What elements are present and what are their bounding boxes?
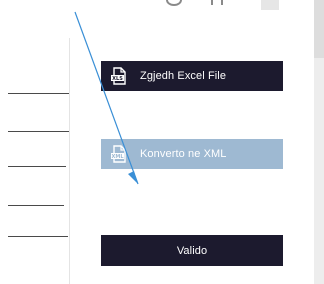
field-line-4 [8, 205, 64, 206]
panel-divider [69, 38, 70, 284]
xls-file-icon: XLS [108, 65, 130, 87]
header-fragment [166, 0, 281, 14]
left-panel [0, 0, 70, 284]
validate-label: Valido [176, 244, 208, 257]
header-partial-icon [166, 0, 182, 6]
field-line-3 [8, 166, 66, 167]
field-line-5 [8, 236, 68, 237]
field-line-1 [8, 93, 69, 94]
select-excel-label: Zgjedh Excel File [140, 70, 227, 82]
scrollbar-thumb[interactable] [314, 0, 324, 58]
field-line-2 [8, 131, 69, 132]
validate-button[interactable]: Valido [101, 235, 283, 266]
xml-file-icon: XML [108, 143, 130, 165]
svg-text:XML: XML [111, 154, 124, 160]
convert-xml-label: Konverto ne XML [140, 148, 227, 160]
header-partial-mark-2 [221, 0, 223, 5]
header-partial-mark-1 [211, 0, 213, 5]
convert-xml-button[interactable]: XML Konverto ne XML [101, 139, 283, 169]
select-excel-button[interactable]: XLS Zgjedh Excel File [101, 61, 283, 91]
header-partial-box [261, 0, 279, 10]
svg-text:XLS: XLS [112, 76, 123, 82]
